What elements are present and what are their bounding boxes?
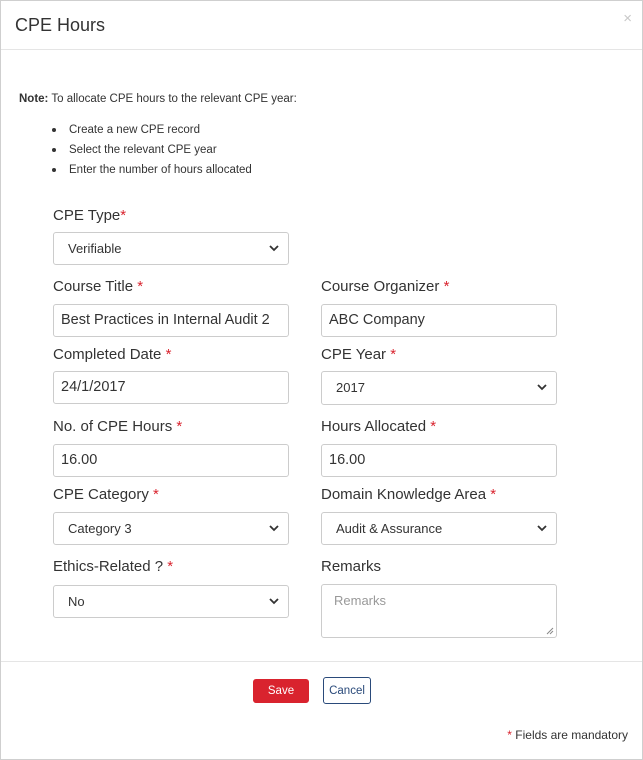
course-title-input[interactable]: Best Practices in Internal Audit 2 [53, 304, 289, 337]
chevron-down-icon [537, 384, 547, 391]
required-mark: * [390, 346, 397, 363]
cpe-category-value: Category 3 [68, 521, 132, 536]
note-item: Select the relevant CPE year [49, 140, 252, 160]
note-list: Create a new CPE record Select the relev… [49, 120, 252, 180]
cpe-hours-label: No. of CPE Hours * [53, 418, 183, 435]
close-icon[interactable]: × [623, 11, 632, 26]
cpe-year-select[interactable]: 2017 [321, 371, 557, 405]
cpe-category-select[interactable]: Category 3 [53, 512, 289, 545]
cancel-button[interactable]: Cancel [323, 677, 371, 704]
footer-divider [1, 661, 642, 662]
required-mark: * [120, 207, 127, 224]
cpe-year-value: 2017 [336, 380, 365, 395]
note-body: To allocate CPE hours to the relevant CP… [48, 93, 297, 105]
note-item: Enter the number of hours allocated [49, 160, 252, 180]
required-mark: * [167, 558, 174, 575]
cpe-type-label: CPE Type* [53, 207, 127, 224]
mandatory-note: * Fields are mandatory [507, 728, 628, 742]
cpe-type-value: Verifiable [68, 241, 122, 256]
domain-area-value: Audit & Assurance [336, 521, 443, 536]
chevron-down-icon [537, 525, 547, 532]
hours-allocated-input[interactable]: 16.00 [321, 444, 557, 477]
note-text: Note: To allocate CPE hours to the relev… [19, 93, 297, 105]
cpe-year-label: CPE Year * [321, 346, 397, 363]
remarks-placeholder: Remarks [334, 593, 387, 608]
resize-handle-icon[interactable] [546, 627, 554, 635]
cpe-type-select[interactable]: Verifiable [53, 232, 289, 265]
cpe-hours-input[interactable]: 16.00 [53, 444, 289, 477]
ethics-label: Ethics-Related ? * [53, 558, 174, 575]
required-mark: * [137, 278, 144, 295]
required-mark: * [165, 346, 172, 363]
ethics-value: No [68, 594, 85, 609]
required-mark: * [430, 418, 437, 435]
note-prefix: Note: [19, 93, 49, 105]
remarks-textarea[interactable]: Remarks [321, 584, 557, 638]
course-organizer-label: Course Organizer * [321, 278, 450, 295]
chevron-down-icon [269, 525, 279, 532]
save-button[interactable]: Save [253, 679, 309, 703]
course-title-label: Course Title * [53, 278, 144, 295]
required-mark: * [153, 486, 159, 503]
domain-area-select[interactable]: Audit & Assurance [321, 512, 557, 545]
chevron-down-icon [269, 598, 279, 605]
chevron-down-icon [269, 245, 279, 252]
completed-date-label: Completed Date * [53, 346, 172, 363]
dialog-title: CPE Hours [15, 15, 106, 35]
domain-area-label: Domain Knowledge Area * [321, 486, 497, 503]
dialog-header: CPE Hours × [1, 1, 642, 50]
cpe-hours-dialog: CPE Hours × Note: To allocate CPE hours … [0, 0, 643, 760]
ethics-select[interactable]: No [53, 585, 289, 618]
cpe-category-label: CPE Category * [53, 486, 159, 503]
remarks-label: Remarks [321, 558, 382, 575]
required-mark: * [176, 418, 183, 435]
completed-date-input[interactable]: 24/1/2017 [53, 371, 289, 404]
required-mark: * [490, 486, 497, 503]
course-organizer-input[interactable]: ABC Company [321, 304, 557, 337]
required-mark: * [443, 278, 450, 295]
hours-allocated-label: Hours Allocated * [321, 418, 437, 435]
note-item: Create a new CPE record [49, 120, 252, 140]
